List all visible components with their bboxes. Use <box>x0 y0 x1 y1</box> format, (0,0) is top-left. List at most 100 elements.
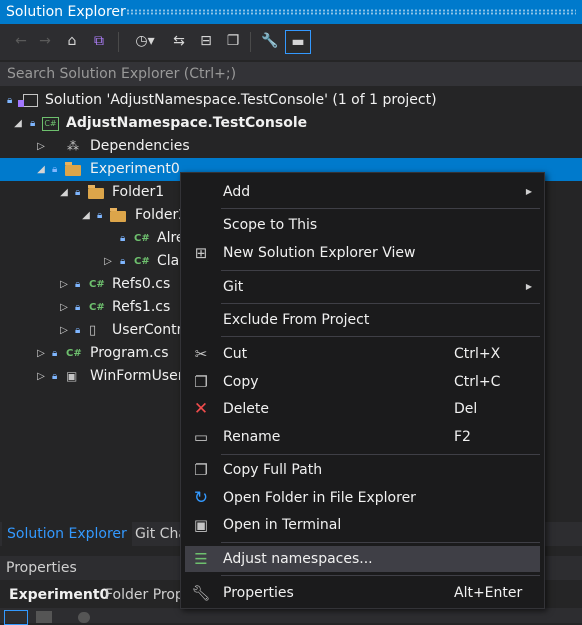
tree-item-label: Solution 'AdjustNamespace.TestConsole' (… <box>45 92 437 108</box>
folder-open-icon <box>88 185 104 199</box>
csharp-file-icon: C# <box>134 233 150 244</box>
wrench-icon[interactable]: 🔧 <box>259 30 281 52</box>
wrench-icon: 🔧︎ <box>191 584 211 602</box>
toolbar-separator <box>250 32 251 52</box>
menu-item-open-folder-in-file-explorer[interactable]: ↻ Open Folder in File Explorer <box>185 485 540 511</box>
expanded-arrow-icon[interactable]: ◢ <box>35 158 47 181</box>
properties-title: Properties <box>6 560 77 576</box>
title-bar-grip[interactable] <box>126 9 576 15</box>
lock-icon: 🔒︎ <box>7 95 13 106</box>
sync-icon[interactable]: ⇆ <box>168 30 190 52</box>
tree-item-label: WinFormUser <box>90 368 184 384</box>
menu-item-new-solution-explorer-view[interactable]: ⊞ New Solution Explorer View <box>185 240 540 266</box>
refresh-arrow-icon: ↻ <box>193 488 209 508</box>
properties-object-name: Experiment0 <box>9 587 110 603</box>
collapsed-arrow-icon[interactable]: ▷ <box>35 365 47 388</box>
dependencies-icon: ⁂ <box>67 139 79 153</box>
adjust-namespaces-icon: ☰ <box>194 550 208 568</box>
clock-icon[interactable]: ◷▾ <box>128 30 162 52</box>
menu-item-cut[interactable]: ✂ Cut Ctrl+X <box>185 341 540 367</box>
window-title: Solution Explorer <box>6 4 126 20</box>
collapsed-arrow-icon[interactable]: ▷ <box>58 296 70 319</box>
folder-open-icon <box>110 208 126 222</box>
tree-item-project[interactable]: ◢ 🔒︎ C# AdjustNamespace.TestConsole <box>0 112 582 135</box>
expanded-arrow-icon[interactable]: ◢ <box>58 181 70 204</box>
menu-item-scope-to-this[interactable]: Scope to This <box>185 212 540 238</box>
menu-item-open-in-terminal[interactable]: ▣ Open in Terminal <box>185 512 540 538</box>
scissors-icon: ✂ <box>194 345 208 363</box>
csharp-file-icon: C# <box>134 256 150 267</box>
context-menu: Add ▶ Scope to This ⊞ New Solution Explo… <box>180 172 545 609</box>
csharp-file-icon: C# <box>89 279 105 290</box>
property-pages-icon[interactable] <box>78 612 90 623</box>
collapsed-arrow-icon[interactable]: ▷ <box>58 273 70 296</box>
submenu-arrow-icon: ▶ <box>525 187 532 196</box>
tree-item-label: Dependencies <box>90 138 190 154</box>
copy-icon: ❐ <box>194 373 208 391</box>
title-bar: Solution Explorer <box>0 0 582 24</box>
search-input[interactable]: Search Solution Explorer (Ctrl+;) <box>0 62 582 86</box>
files-icon[interactable]: ❐ <box>222 30 244 52</box>
preview-icon[interactable]: ▬ <box>285 30 311 54</box>
lock-icon: 🔒︎ <box>52 348 58 359</box>
tree-item-dependencies[interactable]: ▷ ⁂ Dependencies <box>0 135 582 158</box>
toolbar-separator <box>118 32 119 52</box>
tree-item-label: Folder1 <box>112 184 165 200</box>
winform-icon: ▣ <box>66 369 78 383</box>
tree-item-solution[interactable]: 🔒︎ Solution 'AdjustNamespace.TestConsole… <box>0 89 582 112</box>
lock-icon: 🔒︎ <box>120 233 126 244</box>
new-view-icon: ⊞ <box>194 244 208 262</box>
menu-separator <box>221 303 540 304</box>
menu-item-adjust-namespaces[interactable]: ☰ Adjust namespaces... <box>185 546 540 572</box>
collapsed-arrow-icon[interactable]: ▷ <box>35 342 47 365</box>
solution-explorer-toolbar: ← → ⌂ ⧉ ◷▾ ⇆ ⊟ ❐ 🔧 ▬ <box>0 24 582 60</box>
menu-item-copy[interactable]: ❐ Copy Ctrl+C <box>185 369 540 395</box>
tree-item-label: Experiment0 <box>90 161 180 177</box>
alphabetical-icon[interactable] <box>36 611 52 623</box>
collapsed-arrow-icon[interactable]: ▷ <box>35 135 47 158</box>
menu-item-add[interactable]: Add ▶ <box>185 179 540 205</box>
rename-icon: ▭ <box>193 428 209 446</box>
menu-item-properties[interactable]: 🔧︎ Properties Alt+Enter <box>185 580 540 606</box>
menu-item-delete[interactable]: ✕ Delete Del <box>185 396 540 422</box>
solution-icon <box>18 94 38 107</box>
collapsed-arrow-icon[interactable]: ▷ <box>102 250 114 273</box>
tree-item-label: UserContro <box>112 322 191 338</box>
tab-solution-explorer[interactable]: Solution Explorer <box>2 522 132 546</box>
csharp-file-icon: C# <box>89 302 105 313</box>
lock-icon: 🔒︎ <box>75 325 81 336</box>
search-placeholder: Search Solution Explorer (Ctrl+;) <box>7 66 237 82</box>
menu-item-git[interactable]: Git ▶ <box>185 274 540 300</box>
vs-icon[interactable]: ⧉ <box>88 30 110 52</box>
menu-item-copy-full-path[interactable]: ❐ Copy Full Path <box>185 457 540 483</box>
tree-item-label: Program.cs <box>90 345 169 361</box>
tree-item-label: AdjustNamespace.TestConsole <box>66 115 308 131</box>
lock-icon: 🔒︎ <box>52 164 58 175</box>
menu-item-exclude-from-project[interactable]: Exclude From Project <box>185 307 540 333</box>
lock-icon: 🔒︎ <box>52 371 58 382</box>
home-icon[interactable]: ⌂ <box>61 30 83 52</box>
collapsed-arrow-icon[interactable]: ▷ <box>58 319 70 342</box>
copy-path-icon: ❐ <box>194 461 208 479</box>
collapse-icon[interactable]: ⊟ <box>195 30 217 52</box>
submenu-arrow-icon: ▶ <box>525 282 532 291</box>
lock-icon: 🔒︎ <box>97 210 103 221</box>
back-icon[interactable]: ← <box>10 30 32 52</box>
menu-separator <box>221 270 540 271</box>
tree-item-label: Refs0.cs <box>112 276 171 292</box>
menu-item-rename[interactable]: ▭ Rename F2 <box>185 424 540 450</box>
expanded-arrow-icon[interactable]: ◢ <box>12 112 24 135</box>
forward-icon[interactable]: → <box>34 30 56 52</box>
properties-toolbar <box>0 608 582 625</box>
menu-separator <box>221 208 540 209</box>
expanded-arrow-icon[interactable]: ◢ <box>80 204 92 227</box>
user-control-icon: ▯ <box>89 323 97 338</box>
properties-object-type: Folder Prop <box>105 587 184 603</box>
tree-item-label: Cla <box>157 253 180 269</box>
menu-separator <box>221 575 540 576</box>
csharp-project-icon: C# <box>42 117 59 131</box>
menu-separator <box>221 454 540 455</box>
menu-separator <box>221 336 540 337</box>
delete-icon: ✕ <box>193 399 209 419</box>
lock-icon: 🔒︎ <box>75 279 81 290</box>
